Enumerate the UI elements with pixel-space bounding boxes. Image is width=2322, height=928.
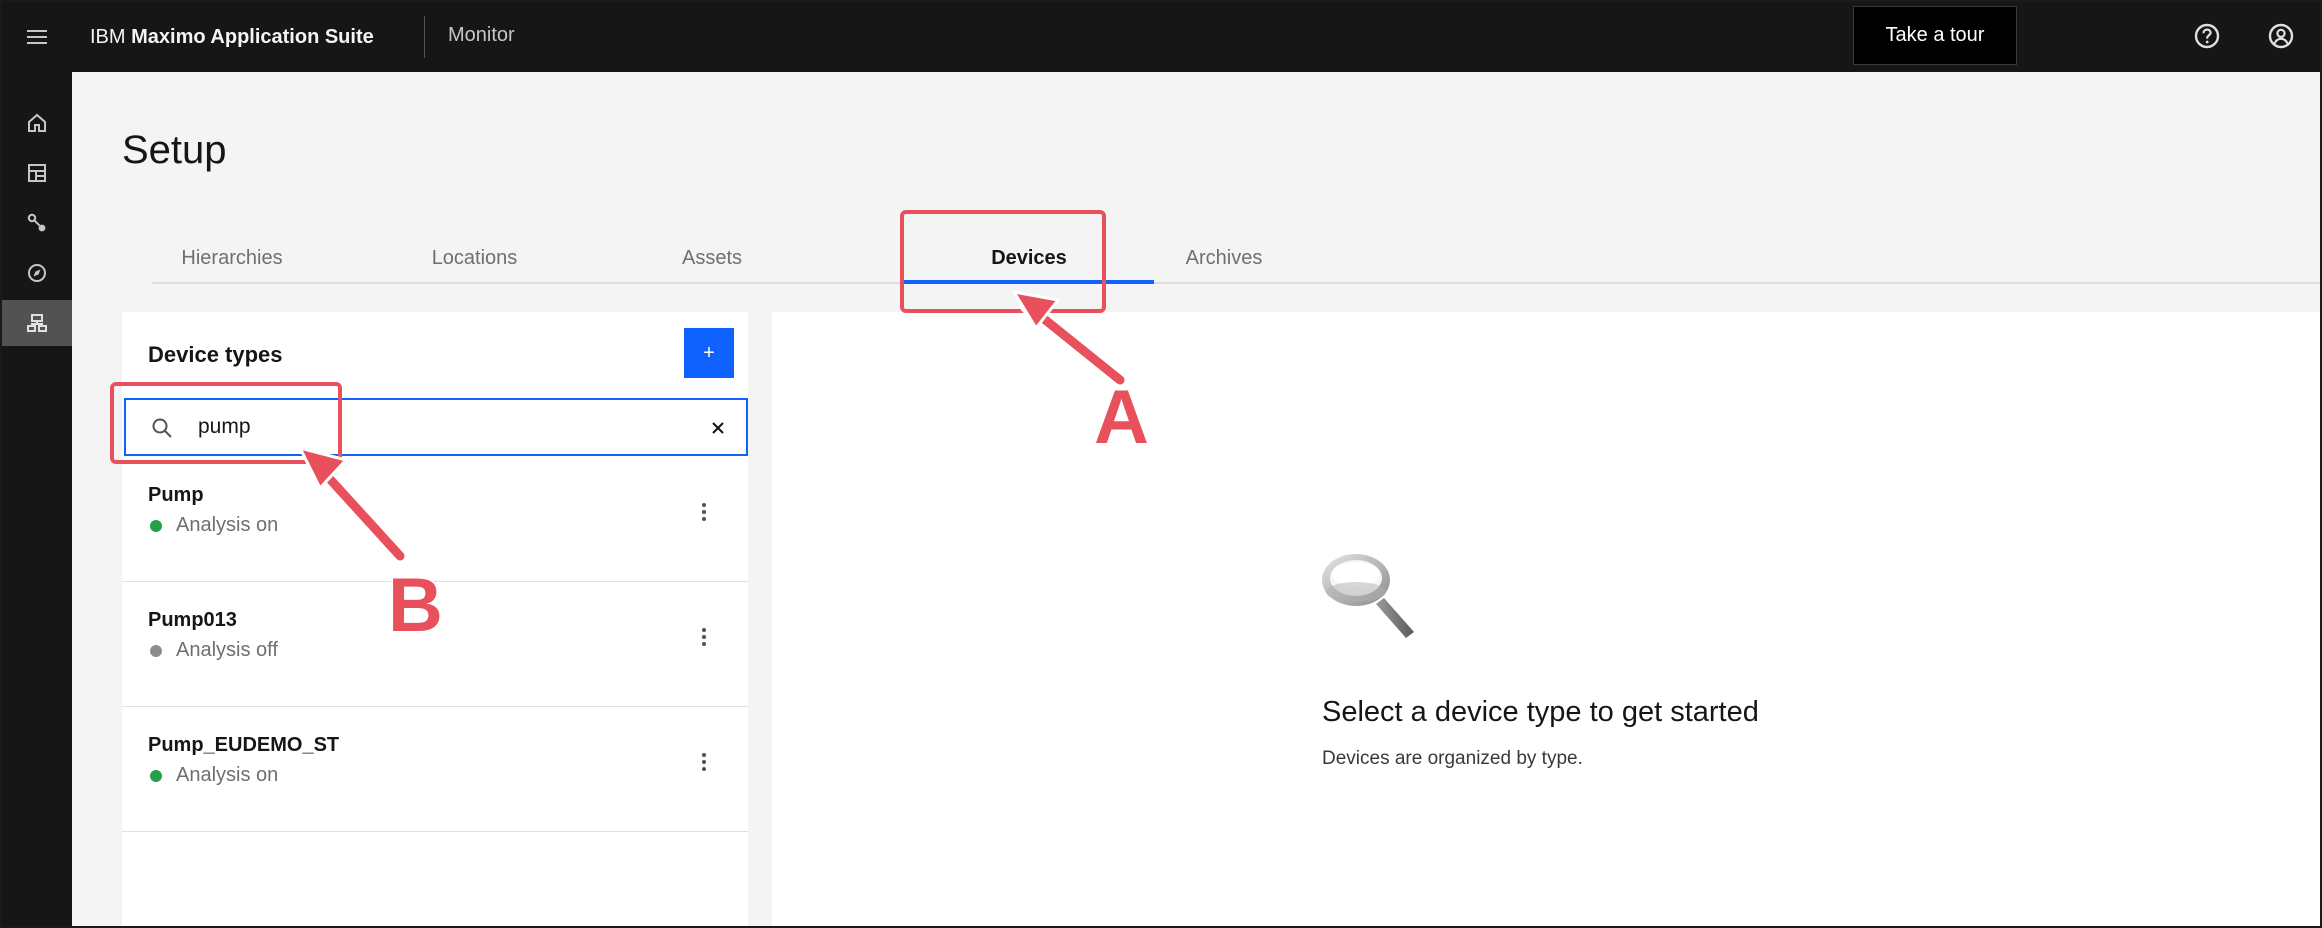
overflow-menu-icon[interactable] [692, 617, 716, 657]
device-type-name: Pump013 [148, 609, 237, 631]
status-label: Analysis on [176, 514, 279, 536]
top-header: IBM Maximo Application Suite Monitor Tak… [2, 2, 2320, 72]
connections-icon[interactable] [2, 200, 72, 246]
tab-hierarchies[interactable]: Hierarchies [152, 236, 312, 280]
analysis-status: Analysis on [150, 514, 278, 537]
menu-icon[interactable] [2, 2, 72, 72]
status-dot-icon [150, 644, 162, 657]
empty-state-title: Select a device type to get started [1322, 696, 1759, 728]
setup-icon[interactable] [2, 300, 72, 346]
tab-locations[interactable]: Locations [402, 236, 547, 280]
device-type-item[interactable]: Pump_EUDEMO_ST Analysis on [122, 708, 748, 832]
take-a-tour-button[interactable]: Take a tour [1853, 6, 2017, 65]
brand-product: Maximo Application Suite [131, 26, 374, 48]
device-detail-panel: Select a device type to get started Devi… [772, 312, 2320, 926]
annotation-label-a: A [1093, 375, 1151, 460]
device-types-title: Device types [148, 342, 283, 367]
dashboard-icon[interactable] [2, 150, 72, 196]
brand-prefix: IBM [90, 26, 126, 48]
explore-icon[interactable] [2, 250, 72, 296]
status-dot-icon [150, 519, 162, 532]
annotation-label-b: B [387, 563, 445, 648]
magnifier-icon [1322, 554, 1414, 638]
overflow-menu-icon[interactable] [692, 742, 716, 782]
annotation-box-devices [900, 210, 1106, 313]
app-window: IBM Maximo Application Suite Monitor Tak… [0, 0, 2322, 928]
tab-archives[interactable]: Archives [1154, 236, 1294, 280]
help-icon[interactable] [2187, 16, 2227, 56]
page-title: Setup [122, 128, 227, 172]
device-type-name: Pump_EUDEMO_ST [148, 734, 340, 756]
tabs-divider [152, 282, 2320, 284]
device-type-name: Pump [148, 484, 204, 506]
home-icon[interactable] [2, 100, 72, 146]
side-rail [2, 72, 72, 926]
add-device-type-button[interactable]: + [684, 328, 734, 378]
tab-assets[interactable]: Assets [652, 236, 772, 280]
header-divider [424, 16, 425, 58]
status-label: Analysis off [176, 639, 278, 661]
overflow-menu-icon[interactable] [692, 492, 716, 532]
analysis-status: Analysis off [150, 639, 278, 662]
status-dot-icon [150, 769, 162, 782]
brand-name[interactable]: IBM Maximo Application Suite [90, 2, 374, 72]
annotation-box-search [110, 382, 342, 464]
app-name: Monitor [448, 24, 515, 46]
user-icon[interactable] [2261, 16, 2301, 56]
analysis-status: Analysis on [150, 764, 278, 787]
clear-search-icon[interactable] [706, 416, 730, 440]
status-label: Analysis on [176, 764, 279, 786]
empty-state-subtitle: Devices are organized by type. [1322, 748, 1583, 769]
